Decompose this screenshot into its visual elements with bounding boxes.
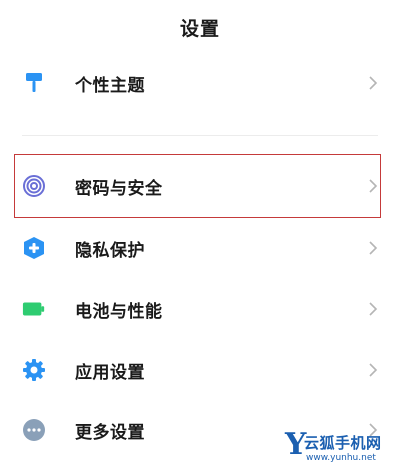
chevron-right-icon [369,302,378,316]
settings-item-battery[interactable]: 电池与性能 [0,279,400,339]
settings-item-label: 隐私保护 [75,240,145,261]
more-dots-icon [22,418,46,442]
chevron-right-icon [369,363,378,377]
privacy-shield-icon [22,236,46,260]
settings-item-label: 个性主题 [75,75,145,96]
settings-item-app-settings[interactable]: 应用设置 [0,340,400,400]
page-title: 设置 [179,18,220,40]
watermark-logo: Y 云狐手机网 www.yunhu.net [285,428,397,468]
highlight-box [14,154,381,218]
settings-item-label: 应用设置 [75,362,145,383]
chevron-right-icon [369,241,378,255]
chevron-right-icon [369,76,378,90]
settings-item-theme[interactable]: 个性主题 [0,53,400,113]
watermark-name: 云狐手机网 [304,434,382,452]
settings-item-label: 更多设置 [75,422,145,443]
paint-roller-icon [22,71,46,95]
settings-item-privacy[interactable]: 隐私保护 [0,218,400,278]
section-divider [22,135,378,136]
settings-item-label: 电池与性能 [75,301,163,322]
gear-icon [22,358,46,382]
watermark-url: www.yunhu.net [306,453,376,463]
battery-icon [22,297,46,321]
settings-page: 设置 个性主题 密码与安全 隐私保护 电池与性能 应用设置 更多设置 Y 云狐手… [0,0,400,473]
